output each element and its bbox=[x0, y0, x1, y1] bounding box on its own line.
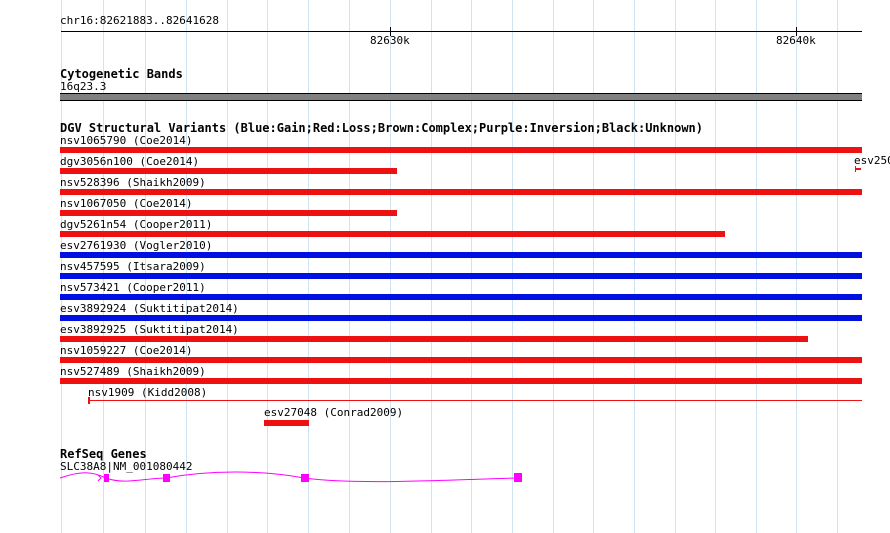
gene-exon bbox=[301, 474, 309, 482]
gene-exon bbox=[514, 473, 522, 482]
genome-browser-view: chr16:82621883..82641628 82630k 82640k C… bbox=[0, 0, 890, 533]
gene-intron-line bbox=[59, 471, 518, 483]
gene-exon bbox=[104, 474, 109, 482]
gene-model[interactable] bbox=[0, 0, 890, 533]
gene-exon bbox=[163, 474, 170, 482]
